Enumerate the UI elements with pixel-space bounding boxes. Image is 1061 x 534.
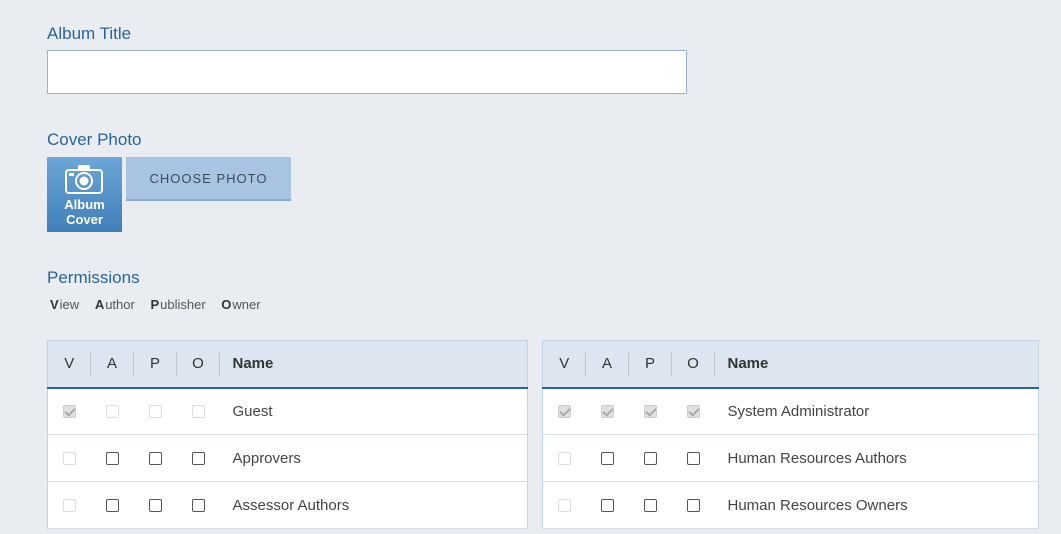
table-row: Human Resources Owners <box>542 481 1039 529</box>
cell-owner <box>671 481 715 529</box>
column-header-author: A <box>585 340 629 389</box>
publisher-checkbox <box>148 405 162 419</box>
column-header-name: Name <box>219 340 528 389</box>
cell-publisher <box>628 387 672 435</box>
column-header-publisher: P <box>628 340 672 389</box>
table-row: Approvers <box>47 434 528 482</box>
cover-thumb-text-line2: Cover <box>66 212 103 227</box>
column-header-view: V <box>542 340 586 389</box>
cell-view <box>47 481 91 529</box>
publisher-checkbox <box>643 405 657 419</box>
publisher-checkbox[interactable] <box>643 499 657 513</box>
author-checkbox[interactable] <box>600 452 614 466</box>
role-name: Assessor Authors <box>219 481 528 529</box>
owner-checkbox[interactable] <box>191 452 205 466</box>
table-row: System Administrator <box>542 387 1039 435</box>
author-checkbox <box>600 405 614 419</box>
cover-thumb-text-line1: Album <box>64 197 105 212</box>
album-cover-thumbnail: Album Cover <box>47 157 122 232</box>
role-name: System Administrator <box>714 387 1039 435</box>
owner-checkbox[interactable] <box>686 452 700 466</box>
view-checkbox <box>557 405 571 419</box>
view-checkbox <box>557 452 571 466</box>
owner-checkbox[interactable] <box>191 499 205 513</box>
publisher-checkbox[interactable] <box>148 499 162 513</box>
owner-checkbox <box>191 405 205 419</box>
cover-photo-label: Cover Photo <box>47 130 142 149</box>
column-header-author: A <box>90 340 134 389</box>
table-row: Assessor Authors <box>47 481 528 529</box>
publisher-checkbox[interactable] <box>643 452 657 466</box>
cell-owner <box>176 481 220 529</box>
cell-owner <box>176 434 220 482</box>
column-header-name: Name <box>714 340 1039 389</box>
cell-publisher <box>133 387 177 435</box>
cell-owner <box>671 434 715 482</box>
cell-publisher <box>628 434 672 482</box>
cell-publisher <box>133 434 177 482</box>
cell-author <box>90 387 134 435</box>
owner-checkbox[interactable] <box>686 499 700 513</box>
cell-view <box>542 434 586 482</box>
camera-icon <box>65 165 103 194</box>
column-header-view: V <box>47 340 91 389</box>
cell-author <box>90 434 134 482</box>
cell-view <box>47 387 91 435</box>
legend-owner: Owner <box>221 297 261 312</box>
cell-author <box>90 481 134 529</box>
author-checkbox[interactable] <box>600 499 614 513</box>
table-row: Human Resources Authors <box>542 434 1039 482</box>
column-header-publisher: P <box>133 340 177 389</box>
role-name: Human Resources Owners <box>714 481 1039 529</box>
cell-view <box>542 481 586 529</box>
cell-author <box>585 434 629 482</box>
permissions-table-left: V A P O Name Guest Approvers Assessor Auth… <box>47 340 528 529</box>
view-checkbox <box>557 499 571 513</box>
cell-view <box>542 387 586 435</box>
legend-view: View <box>50 297 80 312</box>
choose-photo-button[interactable]: CHOOSE PHOTO <box>126 157 291 201</box>
view-checkbox <box>62 499 76 513</box>
author-checkbox <box>105 405 119 419</box>
column-header-owner: O <box>176 340 220 389</box>
album-title-input[interactable] <box>47 50 687 94</box>
author-checkbox[interactable] <box>105 499 119 513</box>
column-header-owner: O <box>671 340 715 389</box>
cell-author <box>585 387 629 435</box>
cell-publisher <box>628 481 672 529</box>
publisher-checkbox[interactable] <box>148 452 162 466</box>
author-checkbox[interactable] <box>105 452 119 466</box>
cell-owner <box>671 387 715 435</box>
cell-author <box>585 481 629 529</box>
owner-checkbox <box>686 405 700 419</box>
cell-publisher <box>133 481 177 529</box>
role-name: Guest <box>219 387 528 435</box>
permissions-legend: View Author Publisher Owner <box>50 297 273 312</box>
permissions-label: Permissions <box>47 268 140 287</box>
legend-publisher: Publisher <box>150 297 206 312</box>
legend-author: Author <box>94 297 135 312</box>
role-name: Approvers <box>219 434 528 482</box>
permissions-table-right: V A P O Name System Administrator Human R… <box>542 340 1039 529</box>
role-name: Human Resources Authors <box>714 434 1039 482</box>
cell-view <box>47 434 91 482</box>
view-checkbox <box>62 452 76 466</box>
table-row: Guest <box>47 387 528 435</box>
cell-owner <box>176 387 220 435</box>
view-checkbox <box>62 405 76 419</box>
album-title-label: Album Title <box>47 24 132 43</box>
